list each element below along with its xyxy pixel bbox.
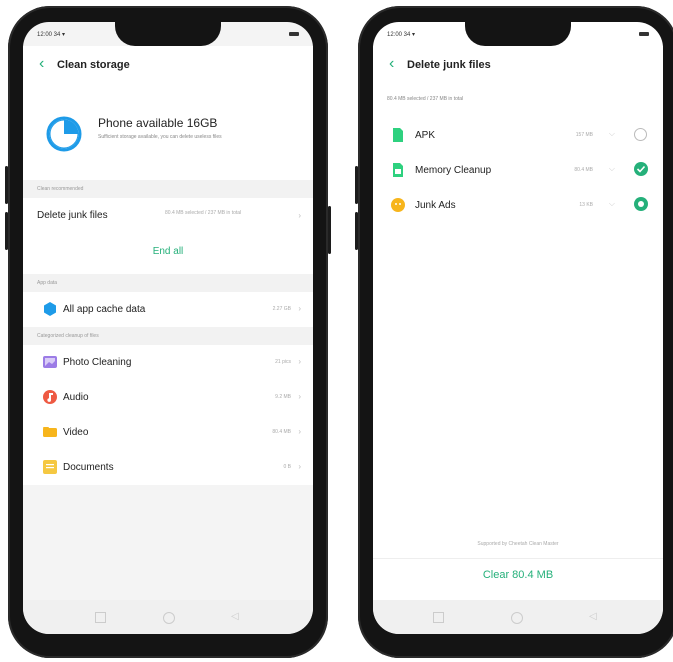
title-bar: ‹ Delete junk files xyxy=(373,46,663,82)
documents-value: 0 B xyxy=(283,464,291,470)
section-header-app-data: App data xyxy=(23,274,313,292)
right-screen: 12:00 34 ▾ ‹ Delete junk files 80.4 MB s… xyxy=(373,22,663,634)
chevron-right-icon: › xyxy=(298,392,301,401)
app-cache-value: 2.27 GB xyxy=(272,306,291,312)
apk-checkbox[interactable] xyxy=(634,128,647,141)
left-content: Phone available 16GB Sufficient storage … xyxy=(23,82,313,485)
memory-cleanup-checkbox[interactable] xyxy=(634,162,648,176)
chevron-right-icon: › xyxy=(298,462,301,471)
clear-button[interactable]: Clear 80.4 MB xyxy=(373,569,663,581)
list-item-app-cache[interactable]: All app cache data 2.27 GB › xyxy=(23,292,313,327)
storage-card: Phone available 16GB Sufficient storage … xyxy=(23,82,313,180)
notch xyxy=(465,22,571,46)
apk-icon xyxy=(393,128,403,142)
ads-icon xyxy=(391,198,405,212)
navigation-bar: ◁ xyxy=(23,600,313,634)
left-phone-frame: 12:00 34 ▾ ‹ Clean storage Phone availab… xyxy=(5,6,331,658)
power-button xyxy=(328,206,331,254)
status-time: 12:00 34 ▾ xyxy=(387,32,416,38)
volume-down-button xyxy=(5,212,8,250)
chevron-right-icon: › xyxy=(298,211,301,220)
list-item-apk[interactable]: APK 157 MB ⌵ xyxy=(373,118,663,153)
chevron-right-icon: › xyxy=(298,427,301,436)
right-phone-frame: 12:00 34 ▾ ‹ Delete junk files 80.4 MB s… xyxy=(355,6,673,658)
junk-ads-checkbox[interactable] xyxy=(634,197,648,211)
hexagon-icon xyxy=(44,302,56,316)
battery-icon xyxy=(639,32,649,36)
list-item-video[interactable]: Video 80.4 MB › xyxy=(23,415,313,450)
memory-icon xyxy=(393,163,403,177)
chevron-right-icon: › xyxy=(298,357,301,366)
page-title: Clean storage xyxy=(57,59,130,71)
list-item-memory-cleanup[interactable]: Memory Cleanup 80.4 MB ⌵ xyxy=(373,153,663,188)
junk-list: APK 157 MB ⌵ Memory Cleanup 80.4 MB ⌵ Ju… xyxy=(373,118,663,223)
chevron-right-icon: › xyxy=(298,304,301,313)
recents-icon[interactable] xyxy=(433,612,444,623)
storage-description: Sufficient storage available, you can de… xyxy=(98,134,222,140)
apk-value: 157 MB xyxy=(575,132,593,138)
list-item-junk-ads[interactable]: Junk Ads 13 KB ⌵ xyxy=(373,188,663,223)
audio-value: 9.2 MB xyxy=(275,394,291,400)
back-triangle-icon[interactable]: ◁ xyxy=(589,612,597,622)
list-item-documents[interactable]: Documents 0 B › xyxy=(23,450,313,485)
chevron-down-icon[interactable]: ⌵ xyxy=(609,164,615,174)
list-item-photo-cleaning[interactable]: Photo Cleaning 21 pics › xyxy=(23,345,313,380)
list-item-audio[interactable]: Audio 9.2 MB › xyxy=(23,380,313,415)
navigation-bar: ◁ xyxy=(373,600,663,634)
left-screen: 12:00 34 ▾ ‹ Clean storage Phone availab… xyxy=(23,22,313,634)
section-header-categorized: Categorized cleanup of files xyxy=(23,327,313,345)
volume-down-button xyxy=(355,212,358,250)
battery-icon xyxy=(289,32,299,36)
page-title: Delete junk files xyxy=(407,59,491,71)
clean-recommended-card: Delete junk files 80.4 MB selected / 237… xyxy=(23,198,313,274)
storage-pie-icon xyxy=(46,116,82,152)
audio-icon xyxy=(43,390,57,404)
section-header-clean-recommended: Clean recommended xyxy=(23,180,313,198)
delete-junk-value: 80.4 MB selected / 237 MB in total xyxy=(165,210,242,216)
supported-by-note: Supported by Cheetah Clean Master xyxy=(477,541,559,547)
memory-cleanup-value: 80.4 MB xyxy=(574,167,593,173)
selection-summary: 80.4 MB selected / 237 MB in total xyxy=(387,96,464,102)
back-triangle-icon[interactable]: ◁ xyxy=(231,612,239,622)
notch xyxy=(115,22,221,46)
end-all-button[interactable]: End all xyxy=(23,246,313,257)
storage-heading: Phone available 16GB xyxy=(98,116,218,130)
video-label: Video xyxy=(63,427,89,438)
title-bar: ‹ Clean storage xyxy=(23,46,313,82)
divider xyxy=(373,558,663,559)
photo-cleaning-label: Photo Cleaning xyxy=(63,357,132,368)
memory-cleanup-label: Memory Cleanup xyxy=(415,165,492,176)
audio-label: Audio xyxy=(63,392,89,403)
home-icon[interactable] xyxy=(163,612,175,624)
chevron-down-icon[interactable]: ⌵ xyxy=(609,129,615,139)
volume-up-button xyxy=(355,166,358,204)
back-arrow-icon[interactable]: ‹ xyxy=(39,56,44,72)
video-icon xyxy=(43,427,57,437)
app-cache-label: All app cache data xyxy=(63,304,146,315)
back-arrow-icon[interactable]: ‹ xyxy=(389,56,394,72)
photo-cleaning-value: 21 pics xyxy=(275,359,291,365)
home-icon[interactable] xyxy=(511,612,523,624)
apk-label: APK xyxy=(415,130,436,141)
documents-label: Documents xyxy=(63,462,114,473)
junk-ads-label: Junk Ads xyxy=(415,200,456,211)
junk-ads-value: 13 KB xyxy=(579,202,593,208)
photo-icon xyxy=(43,356,57,368)
document-icon xyxy=(43,460,57,474)
video-value: 80.4 MB xyxy=(272,429,291,435)
delete-junk-label[interactable]: Delete junk files xyxy=(37,210,108,221)
status-time: 12:00 34 ▾ xyxy=(37,32,66,38)
volume-up-button xyxy=(5,166,8,204)
recents-icon[interactable] xyxy=(95,612,106,623)
chevron-down-icon[interactable]: ⌵ xyxy=(609,199,615,209)
